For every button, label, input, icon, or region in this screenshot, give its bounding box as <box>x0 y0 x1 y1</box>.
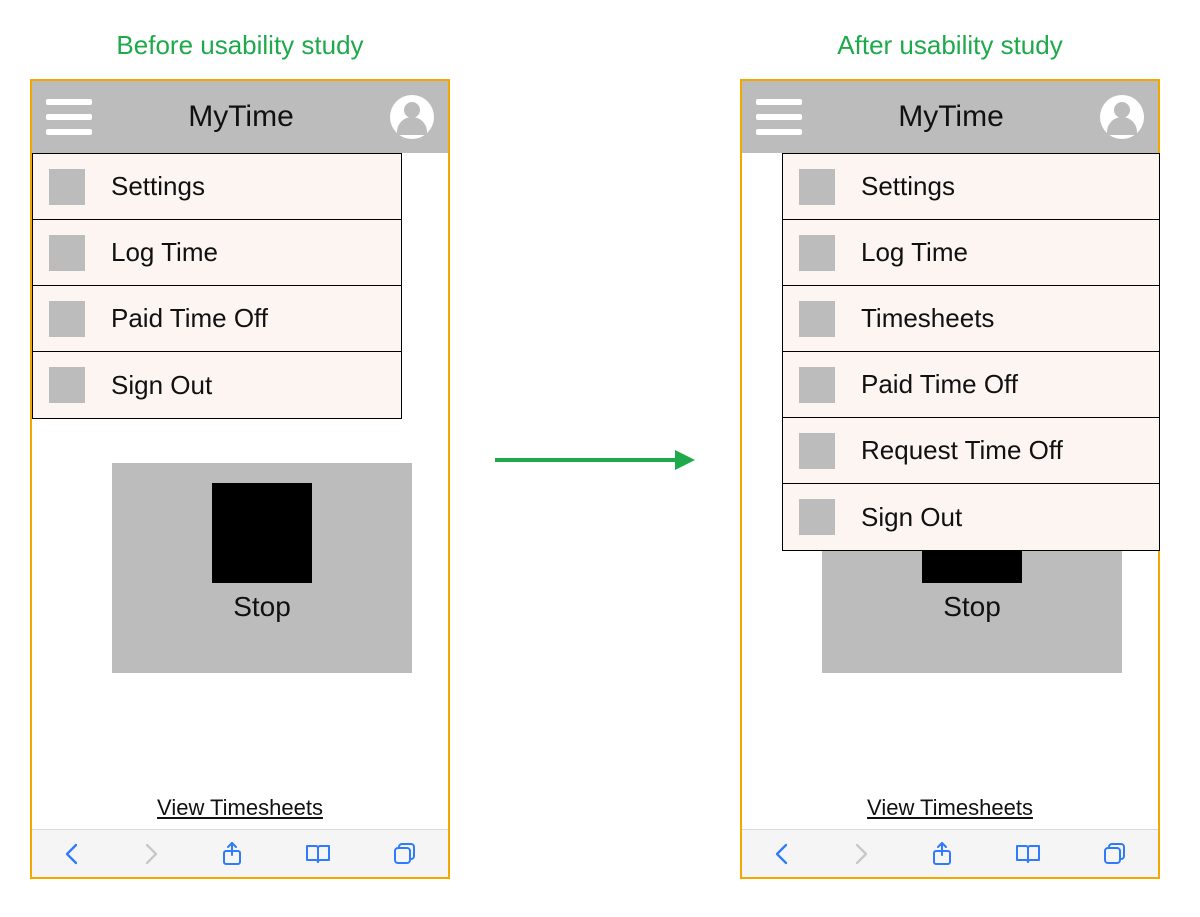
menu-item-log-time[interactable]: Log Time <box>33 220 401 286</box>
menu-item-label: Settings <box>861 171 955 202</box>
menu-item-label: Sign Out <box>111 370 212 401</box>
placeholder-icon <box>799 301 835 337</box>
menu-item-label: Paid Time Off <box>111 303 268 334</box>
forward-icon[interactable] <box>852 842 870 866</box>
before-caption: Before usability study <box>30 30 450 61</box>
view-timesheets-link[interactable]: View Timesheets <box>32 795 448 821</box>
menu-item-settings[interactable]: Settings <box>783 154 1159 220</box>
placeholder-icon <box>799 367 835 403</box>
after-phone-frame: MyTime Stop View Timesheets Settings <box>740 79 1160 879</box>
placeholder-icon <box>49 235 85 271</box>
before-phone-frame: MyTime Stop View Timesheets Settings <box>30 79 450 879</box>
stop-label: Stop <box>112 591 412 637</box>
menu-item-label: Paid Time Off <box>861 369 1018 400</box>
placeholder-icon <box>799 235 835 271</box>
stop-panel[interactable]: Stop <box>112 463 412 673</box>
menu-item-label: Log Time <box>861 237 968 268</box>
browser-toolbar <box>742 829 1158 877</box>
placeholder-icon <box>799 169 835 205</box>
bookmarks-icon[interactable] <box>304 843 332 865</box>
bookmarks-icon[interactable] <box>1014 843 1042 865</box>
tabs-icon[interactable] <box>393 842 417 866</box>
menu-item-label: Request Time Off <box>861 435 1063 466</box>
topbar: MyTime <box>32 81 448 153</box>
tabs-icon[interactable] <box>1103 842 1127 866</box>
avatar-icon[interactable] <box>1100 95 1144 139</box>
placeholder-icon <box>49 169 85 205</box>
hamburger-icon[interactable] <box>46 99 92 135</box>
topbar: MyTime <box>742 81 1158 153</box>
hamburger-icon[interactable] <box>756 99 802 135</box>
placeholder-icon <box>49 301 85 337</box>
menu-item-label: Settings <box>111 171 205 202</box>
view-timesheets-link[interactable]: View Timesheets <box>742 795 1158 821</box>
menu-item-sign-out[interactable]: Sign Out <box>783 484 1159 550</box>
menu-item-sign-out[interactable]: Sign Out <box>33 352 401 418</box>
stop-panel[interactable]: Stop <box>822 533 1122 673</box>
placeholder-icon <box>49 367 85 403</box>
app-title: MyTime <box>802 100 1100 134</box>
arrow-icon <box>490 440 700 480</box>
back-icon[interactable] <box>773 842 791 866</box>
app-title: MyTime <box>92 100 390 134</box>
menu-item-label: Sign Out <box>861 502 962 533</box>
back-icon[interactable] <box>63 842 81 866</box>
menu-item-paid-time-off[interactable]: Paid Time Off <box>33 286 401 352</box>
stop-icon <box>212 483 312 583</box>
browser-toolbar <box>32 829 448 877</box>
menu-item-settings[interactable]: Settings <box>33 154 401 220</box>
menu-item-request-time-off[interactable]: Request Time Off <box>783 418 1159 484</box>
menu-item-paid-time-off[interactable]: Paid Time Off <box>783 352 1159 418</box>
menu-item-label: Log Time <box>111 237 218 268</box>
menu-item-log-time[interactable]: Log Time <box>783 220 1159 286</box>
after-caption: After usability study <box>740 30 1160 61</box>
share-icon[interactable] <box>221 841 243 867</box>
menu-item-label: Timesheets <box>861 303 994 334</box>
stop-label: Stop <box>822 591 1122 637</box>
share-icon[interactable] <box>931 841 953 867</box>
placeholder-icon <box>799 433 835 469</box>
placeholder-icon <box>799 499 835 535</box>
nav-menu: Settings Log Time Timesheets Paid Time O… <box>782 153 1160 551</box>
nav-menu: Settings Log Time Paid Time Off Sign Out <box>32 153 402 419</box>
menu-item-timesheets[interactable]: Timesheets <box>783 286 1159 352</box>
forward-icon[interactable] <box>142 842 160 866</box>
avatar-icon[interactable] <box>390 95 434 139</box>
